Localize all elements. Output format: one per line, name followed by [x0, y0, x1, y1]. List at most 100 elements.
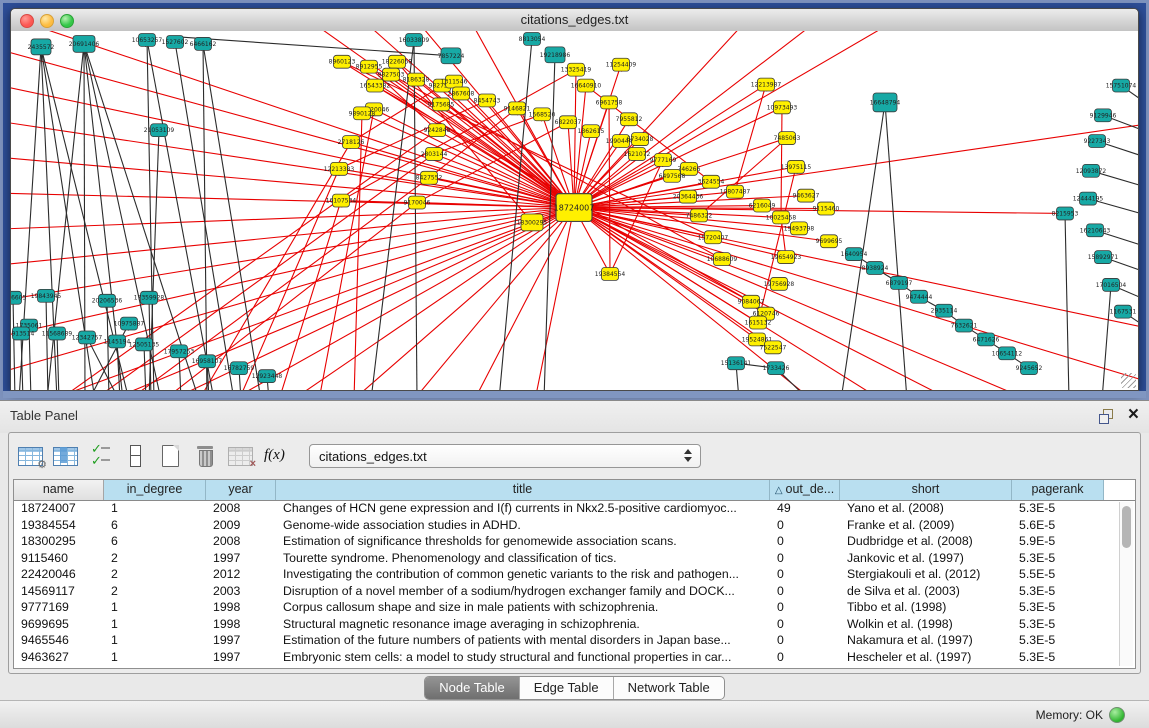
- zoom-traffic-light-icon[interactable]: [60, 14, 74, 28]
- row-select-checks-icon[interactable]: ✓✓: [85, 441, 117, 471]
- close-traffic-light-icon[interactable]: [20, 14, 34, 28]
- column-header-pagerank[interactable]: pagerank: [1012, 480, 1104, 500]
- table-row[interactable]: 946362711997Embryonic stem cells: a mode…: [14, 649, 1135, 666]
- table-cell: 2: [104, 583, 206, 600]
- network-graph[interactable]: 2435572206914061065325715276026466162160…: [11, 31, 1138, 390]
- red-edge: [11, 208, 574, 232]
- graph-node-label: 9146821: [504, 105, 531, 112]
- graph-node-label: 8186328: [403, 77, 430, 84]
- table-cell: 5.3E-5: [1012, 500, 1104, 517]
- graph-node-label: 10807487: [720, 189, 751, 196]
- table-row[interactable]: 969969511998Structural magnetic resonanc…: [14, 616, 1135, 633]
- column-header-out_de[interactable]: △out_de...: [770, 480, 840, 500]
- black-edge: [1102, 285, 1111, 390]
- tab-network-table[interactable]: Network Table: [614, 677, 724, 699]
- graph-node-label: 1568520: [529, 111, 556, 118]
- table-cell: Nakamura et al. (1997): [840, 632, 1012, 649]
- table-panel-title: Table Panel: [10, 408, 78, 423]
- red-edge: [279, 201, 341, 390]
- graph-node-label: 6497568: [659, 173, 686, 180]
- graph-node-label: 12213987: [751, 82, 782, 89]
- graph-node-label: 7857224: [438, 53, 465, 60]
- black-edge: [57, 333, 59, 390]
- memory-status-icon[interactable]: [1109, 707, 1125, 723]
- red-edge: [11, 73, 574, 208]
- close-panel-icon[interactable]: ×: [1128, 404, 1139, 426]
- graph-node-label: 16107534: [326, 198, 357, 205]
- graph-node-label: 8813054: [519, 36, 546, 43]
- graph-node-label: 10975887: [114, 321, 145, 328]
- table-cell: 1998: [206, 599, 276, 616]
- graph-node-label: 12213383: [324, 166, 355, 173]
- float-panel-icon[interactable]: [1099, 409, 1113, 423]
- graph-node-label: 13325419: [561, 67, 592, 74]
- graph-node-label: 1167531: [1110, 309, 1137, 316]
- table-cell: 2008: [206, 500, 276, 517]
- table-cell: 2: [104, 550, 206, 567]
- table-row[interactable]: 1830029562008Estimation of significance …: [14, 533, 1135, 550]
- black-edge: [13, 298, 15, 390]
- function-builder-icon[interactable]: f(x): [260, 441, 292, 471]
- graph-node-label: 19218986: [540, 52, 571, 59]
- delete-column-icon[interactable]: [190, 441, 222, 471]
- graph-node-label: 1621072: [624, 151, 651, 158]
- red-edge: [319, 109, 374, 390]
- column-header-in_degree[interactable]: in_degree: [104, 480, 206, 500]
- graph-node-label: 10654112: [992, 350, 1023, 357]
- table-cell: Tourette syndrome. Phenomenology and cla…: [276, 550, 770, 567]
- graph-node-label: 12444195: [1073, 196, 1104, 203]
- graph-node-label: 18724007: [554, 204, 595, 213]
- rows-icon[interactable]: [120, 441, 152, 471]
- graph-node-label: 16033809: [399, 37, 430, 44]
- column-header-short[interactable]: short: [840, 480, 1012, 500]
- tab-edge-table[interactable]: Edge Table: [520, 677, 614, 699]
- vertical-scrollbar[interactable]: [1119, 502, 1133, 666]
- table-cell: 2012: [206, 566, 276, 583]
- network-window[interactable]: citations_edges.txt 24355722069140610653…: [10, 8, 1139, 391]
- table-row[interactable]: 911546021997Tourette syndrome. Phenomeno…: [14, 550, 1135, 567]
- window-titlebar[interactable]: citations_edges.txt: [11, 9, 1138, 32]
- table-cell: 18300295: [14, 533, 104, 550]
- table-cell: 0: [770, 599, 840, 616]
- table-row[interactable]: 977716911998Corpus callosum shape and si…: [14, 599, 1135, 616]
- tab-node-table[interactable]: Node Table: [425, 677, 520, 699]
- new-column-icon[interactable]: [155, 441, 187, 471]
- table-row[interactable]: 1938455462009Genome-wide association stu…: [14, 517, 1135, 534]
- table-row[interactable]: 946554611997Estimation of the future num…: [14, 632, 1135, 649]
- table-cell: 5.3E-5: [1012, 599, 1104, 616]
- column-visibility-icon[interactable]: [50, 441, 82, 471]
- table-selector-dropdown[interactable]: citations_edges.txt: [309, 444, 701, 468]
- graph-node-label: 6466162: [190, 41, 217, 48]
- red-edge: [354, 113, 362, 390]
- minimize-traffic-light-icon[interactable]: [40, 14, 54, 28]
- graph-node-label: 7486322: [686, 212, 713, 219]
- column-header-title[interactable]: title: [276, 480, 770, 500]
- table-row[interactable]: 1872400712008Changes of HCN gene express…: [14, 500, 1135, 517]
- column-header-name[interactable]: name: [14, 480, 104, 500]
- graph-node-label: 16640910: [571, 83, 602, 90]
- table-cell: 0: [770, 517, 840, 534]
- graph-node-label: 2526605: [11, 295, 27, 302]
- dropdown-arrows-icon: [684, 449, 692, 462]
- table-body: 1872400712008Changes of HCN gene express…: [14, 500, 1135, 668]
- graph-node-label: 18300295: [517, 219, 548, 226]
- table-cell: 0: [770, 583, 840, 600]
- graph-node-label: 9474444: [906, 294, 933, 301]
- graph-node-label: 18226058: [382, 59, 413, 66]
- network-view[interactable]: 2435572206914061065325715276026466162160…: [11, 31, 1138, 390]
- table-settings-icon[interactable]: ⚙: [15, 441, 47, 471]
- table-cell: Wolkin et al. (1998): [840, 616, 1012, 633]
- graph-node-label: 746266: [678, 166, 701, 173]
- table-row[interactable]: 1456911722003Disruption of a novel membe…: [14, 583, 1135, 600]
- table-cell: 6: [104, 533, 206, 550]
- graph-node-label: 3913514: [11, 330, 35, 337]
- table-cell: 5.3E-5: [1012, 632, 1104, 649]
- graph-node-label: 19384554: [595, 271, 626, 278]
- column-header-year[interactable]: year: [206, 480, 276, 500]
- graph-node-label: 8454743: [474, 97, 501, 104]
- window-resize-grip[interactable]: [1121, 373, 1136, 388]
- black-edge: [46, 296, 48, 390]
- table-row[interactable]: 2242004622012Investigating the contribut…: [14, 566, 1135, 583]
- scrollbar-thumb[interactable]: [1122, 506, 1131, 548]
- table-cell: 9465546: [14, 632, 104, 649]
